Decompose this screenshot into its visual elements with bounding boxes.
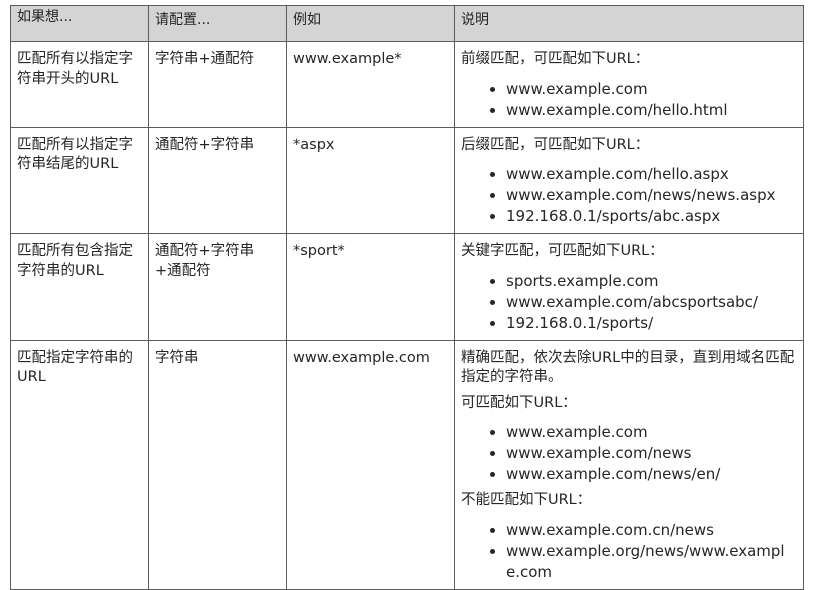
url-list: www.example.comwww.example.com/hello.htm… bbox=[461, 79, 797, 121]
table-row: 匹配所有包含指定字符串的URL 通配符+字符串+通配符 *sport* 关键字匹配，可… bbox=[10, 233, 804, 341]
document-page: 如果想... 请配置... 例如 说明 匹配所有以指定字符串开头的URL 字符串+… bbox=[0, 0, 816, 590]
cell-desc: 精确匹配，依次去除URL中的目录，直到用域名匹配指定的字符串。可匹配如下URL：… bbox=[454, 339, 804, 590]
url-list: www.example.comwww.example.com/newswww.e… bbox=[461, 422, 797, 485]
desc-text: 后缀匹配，可匹配如下URL： bbox=[461, 136, 650, 153]
cell-example: *sport* bbox=[286, 233, 455, 341]
cell-config: 通配符+字符串 bbox=[148, 126, 287, 234]
cell-desc: 后缀匹配，可匹配如下URL： www.example.com/hello.aspx… bbox=[454, 126, 804, 234]
table-row: 匹配所有以指定字符串开头的URL 字符串+通配符 www.example* 前缀匹配，… bbox=[10, 41, 804, 128]
list-item: www.example.com bbox=[506, 79, 797, 100]
table-header: 如果想... 请配置... 例如 说明 bbox=[10, 5, 804, 42]
list-item: www.example.org/news/www.example.com bbox=[506, 541, 797, 583]
cell-if: 匹配所有以指定字符串结尾的URL bbox=[10, 126, 149, 234]
cell-config: 通配符+字符串+通配符 bbox=[148, 233, 287, 341]
cell-desc: 关键字匹配，可匹配如下URL： sports.example.comwww.exa… bbox=[454, 233, 804, 341]
desc-text: 可匹配如下URL： bbox=[461, 394, 577, 411]
url-list: sports.example.comwww.example.com/abcspo… bbox=[461, 271, 797, 334]
url-list: www.example.com/hello.aspxwww.example.co… bbox=[461, 164, 797, 227]
list-item: sports.example.com bbox=[506, 271, 797, 292]
cell-example: www.example* bbox=[286, 41, 455, 128]
header-config: 请配置... bbox=[148, 5, 287, 42]
list-item: 192.168.0.1/sports/ bbox=[506, 313, 797, 334]
header-if: 如果想... bbox=[10, 5, 149, 42]
cell-desc: 前缀匹配，可匹配如下URL： www.example.comwww.example… bbox=[454, 41, 804, 128]
desc-text: 不能匹配如下URL： bbox=[461, 492, 592, 508]
cell-config: 字符串+通配符 bbox=[148, 41, 287, 128]
header-row: 如果想... 请配置... 例如 说明 bbox=[10, 5, 804, 42]
list-item: 192.168.0.1/sports/abc.aspx bbox=[506, 206, 797, 227]
url-match-rules-table: 如果想... 请配置... 例如 说明 匹配所有以指定字符串开头的URL 字符串+… bbox=[10, 5, 804, 590]
list-item: www.example.com/news/en/ bbox=[506, 464, 797, 485]
cell-if: 匹配指定字符串的URL bbox=[10, 339, 149, 590]
desc-text: 精确匹配，依次去除URL中的目录，直到用域名匹配指定的字符串。 bbox=[461, 349, 795, 386]
table-row: 匹配指定字符串的URL 字符串 www.example.com 精确匹配，依次去除UR… bbox=[10, 339, 804, 590]
cell-example: www.example.com bbox=[286, 339, 455, 590]
cell-if: 匹配所有以指定字符串开头的URL bbox=[10, 41, 149, 128]
list-item: www.example.com/hello.html bbox=[506, 100, 797, 121]
cell-if: 匹配所有包含指定字符串的URL bbox=[10, 233, 149, 341]
list-item: www.example.com/news bbox=[506, 443, 797, 464]
table-row: 匹配所有以指定字符串结尾的URL 通配符+字符串 *aspx 后缀匹配，可匹配如下UR… bbox=[10, 126, 804, 234]
cell-config: 字符串 bbox=[148, 339, 287, 590]
header-example: 例如 bbox=[286, 5, 455, 42]
url-list: www.example.com.cn/newswww.example.org/n… bbox=[461, 520, 797, 583]
desc-text: 关键字匹配，可匹配如下URL： bbox=[461, 243, 664, 259]
cell-example: *aspx bbox=[286, 126, 455, 234]
list-item: www.example.com bbox=[506, 422, 797, 443]
desc-text: 前缀匹配，可匹配如下URL： bbox=[461, 51, 650, 67]
list-item: www.example.com.cn/news bbox=[506, 520, 797, 541]
header-desc: 说明 bbox=[454, 5, 804, 42]
list-item: www.example.com/hello.aspx bbox=[506, 164, 797, 185]
list-item: www.example.com/news/news.aspx bbox=[506, 185, 797, 206]
list-item: www.example.com/abcsportsabc/ bbox=[506, 292, 797, 313]
table-body: 匹配所有以指定字符串开头的URL 字符串+通配符 www.example* 前缀匹配，… bbox=[10, 41, 804, 590]
